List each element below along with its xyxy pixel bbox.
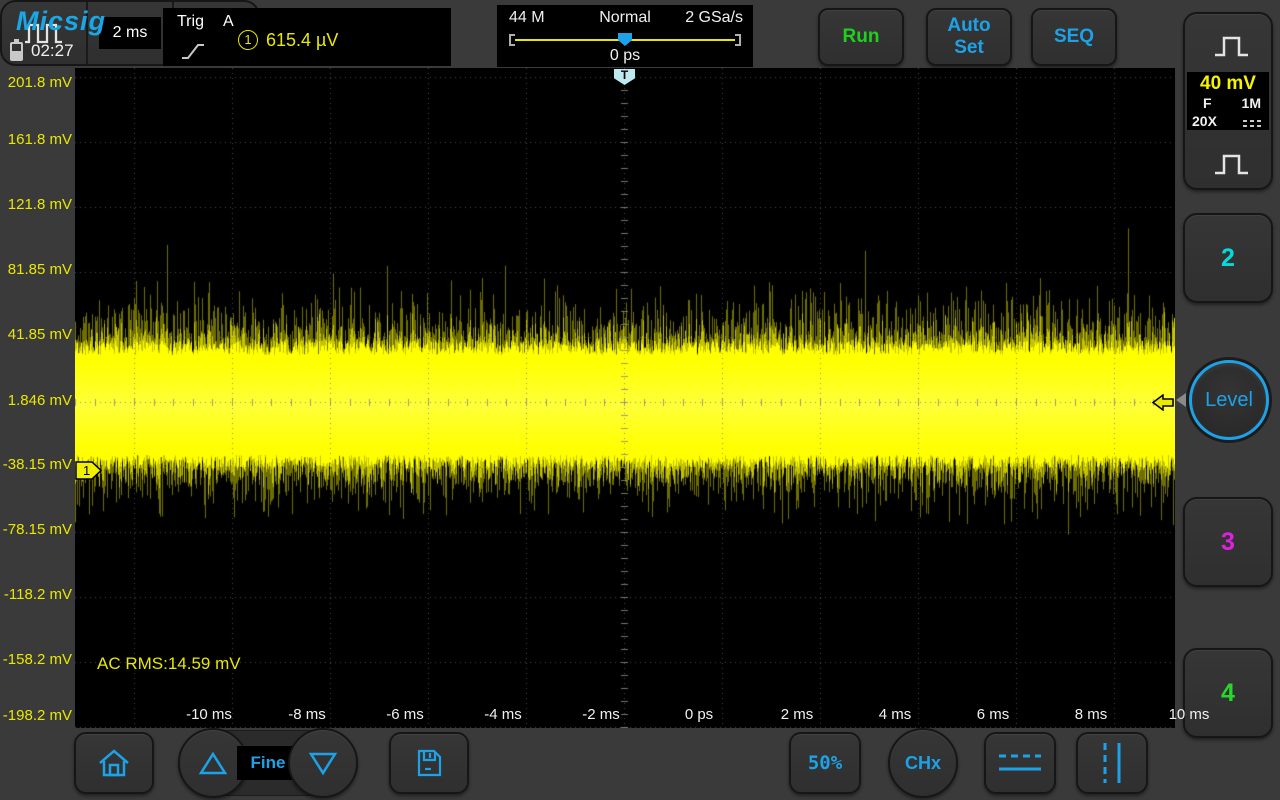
run-button[interactable]: Run [818, 8, 904, 66]
trigger-level-arrow[interactable] [1152, 394, 1174, 411]
x-axis-label: -2 ms [561, 706, 641, 723]
vertical-cursors-icon [1098, 741, 1126, 785]
battery-icon [10, 42, 23, 61]
channel1-impedance: 1M [1242, 95, 1261, 111]
sample-rate: 2 GSa/s [685, 9, 743, 27]
y-axis-label: -198.2 mV [0, 707, 72, 724]
x-axis-label: 10 ms [1149, 706, 1229, 723]
level-knob[interactable]: Level [1189, 360, 1269, 440]
track-left-bracket [509, 34, 515, 46]
autoset-button[interactable]: AutoSet [926, 8, 1012, 66]
y-axis-label: 41.85 mV [0, 326, 72, 343]
seq-button[interactable]: SEQ [1031, 8, 1117, 66]
micsig-logo: Micsig [16, 6, 106, 37]
track-right-bracket [735, 34, 741, 46]
waveform-display[interactable]: T 1 AC RMS:14.59 mV -10 ms -8 ms -6 ms -… [75, 68, 1175, 728]
pulse-icon[interactable] [1211, 32, 1251, 60]
x-axis-label: -6 ms [365, 706, 445, 723]
x-axis-label: 6 ms [953, 706, 1033, 723]
save-icon [413, 747, 445, 779]
x-axis-label: 0 ps [659, 706, 739, 723]
x-axis-label: 4 ms [855, 706, 935, 723]
y-axis-label: -78.15 mV [0, 521, 72, 538]
channel4-button[interactable]: 4 [1183, 648, 1273, 738]
channel1-info-box[interactable]: 40 mV F 1M 20X [1187, 72, 1269, 130]
fifty-percent-button[interactable]: 50% [789, 732, 861, 794]
adjust-down-button[interactable] [288, 728, 358, 798]
y-axis-label: -158.2 mV [0, 651, 72, 668]
triangle-up-icon [196, 749, 230, 777]
svg-text:1: 1 [83, 463, 90, 478]
trig-source-label: A [223, 13, 234, 31]
x-axis-label: 8 ms [1051, 706, 1131, 723]
y-axis-label: 201.8 mV [0, 74, 72, 91]
waveform-canvas [75, 68, 1175, 728]
y-axis-label: -38.15 mV [0, 456, 72, 473]
y-axis-label: 81.85 mV [0, 261, 72, 278]
chx-button[interactable]: CHx [888, 728, 958, 798]
coupling-dashes-icon [1243, 119, 1261, 128]
channel2-button[interactable]: 2 [1183, 213, 1273, 303]
channel1-ground-marker[interactable]: 1 [75, 461, 103, 480]
clock: 02:27 [31, 41, 74, 61]
oscilloscope-screen: Micsig 02:27 Trig A 1 615.4 µV 44 M Norm… [0, 0, 1280, 800]
x-axis-label: 2 ms [757, 706, 837, 723]
x-axis-label: -8 ms [267, 706, 347, 723]
save-button[interactable] [389, 732, 469, 794]
triangle-down-icon [306, 749, 340, 777]
trigger-delay-value: 0 ps [497, 47, 753, 65]
trigger-status-box[interactable]: Trig A 1 615.4 µV [163, 8, 451, 66]
x-axis-label: -4 ms [463, 706, 543, 723]
home-icon [96, 747, 132, 779]
x-axis-label: -10 ms [169, 706, 249, 723]
trigger-position-marker[interactable] [618, 33, 632, 46]
trig-label: Trig [177, 13, 204, 31]
trigger-channel-badge: 1 [238, 30, 258, 50]
y-axis-label: 121.8 mV [0, 196, 72, 213]
home-button[interactable] [74, 732, 154, 794]
rising-edge-icon [179, 40, 207, 62]
acquisition-status-box[interactable]: 44 M Normal 2 GSa/s 0 ps [497, 5, 753, 67]
channel1-probe: 20X [1192, 113, 1217, 129]
channel1-scale: 40 mV [1187, 73, 1269, 95]
y-axis-label: 1.846 mV [0, 392, 72, 409]
horizontal-cursors-button[interactable] [984, 732, 1056, 794]
horizontal-cursors-icon [997, 752, 1043, 774]
pulse-icon[interactable] [1211, 150, 1251, 178]
vertical-cursors-button[interactable] [1076, 732, 1148, 794]
y-axis-label: -118.2 mV [0, 586, 72, 603]
knob-pointer-icon [1176, 393, 1186, 407]
measurement-readout: AC RMS:14.59 mV [97, 654, 241, 674]
trigger-level-value: 615.4 µV [266, 30, 338, 51]
channel1-coupling: F [1203, 95, 1212, 111]
timebase-value: 2 ms [99, 17, 162, 49]
channel1-button[interactable]: 40 mV F 1M 20X [1183, 12, 1273, 190]
channel3-button[interactable]: 3 [1183, 497, 1273, 587]
y-axis-label: 161.8 mV [0, 131, 72, 148]
